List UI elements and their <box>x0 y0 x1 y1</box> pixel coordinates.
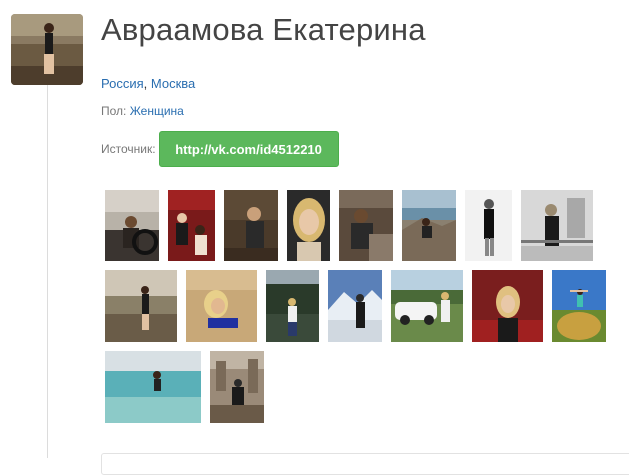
gender-row: Пол: Женщина <box>101 104 184 118</box>
photo-rocks[interactable] <box>402 190 456 261</box>
photo-dark-room[interactable] <box>224 190 278 261</box>
photo-blonde-portrait[interactable] <box>287 190 330 261</box>
photo-black-dress[interactable] <box>465 190 512 261</box>
profile-name: Авраамова Екатерина <box>101 12 426 47</box>
location: Россия, Москва <box>101 76 195 91</box>
gender-label: Пол: <box>101 104 130 118</box>
source-row: Источник: http://vk.com/id4512210 <box>101 131 339 167</box>
country-link[interactable]: Россия <box>101 76 144 91</box>
source-link-button[interactable]: http://vk.com/id4512210 <box>158 131 339 167</box>
photo-party[interactable] <box>472 270 543 342</box>
photo-beach-sand[interactable] <box>186 270 257 342</box>
photo-ruins[interactable] <box>210 351 264 423</box>
photo-restaurant[interactable] <box>339 190 393 261</box>
gender-link[interactable]: Женщина <box>130 104 184 118</box>
source-label: Источник: <box>101 142 156 156</box>
photo-mountains[interactable] <box>328 270 382 342</box>
timeline-line <box>47 84 48 458</box>
location-separator: , <box>143 76 151 91</box>
photo-hay-bale[interactable] <box>552 270 606 342</box>
photo-car[interactable] <box>105 190 159 261</box>
photo-trees[interactable] <box>266 270 319 342</box>
avatar-image <box>11 14 83 85</box>
photo-white-car[interactable] <box>391 270 463 342</box>
photo-sea-wide[interactable] <box>105 351 201 423</box>
photo-red-interior[interactable] <box>168 190 215 261</box>
next-card <box>101 453 629 475</box>
avatar[interactable] <box>11 14 83 85</box>
photo-balcony[interactable] <box>521 190 593 261</box>
photo-sea[interactable] <box>105 270 177 342</box>
city-link[interactable]: Москва <box>151 76 195 91</box>
